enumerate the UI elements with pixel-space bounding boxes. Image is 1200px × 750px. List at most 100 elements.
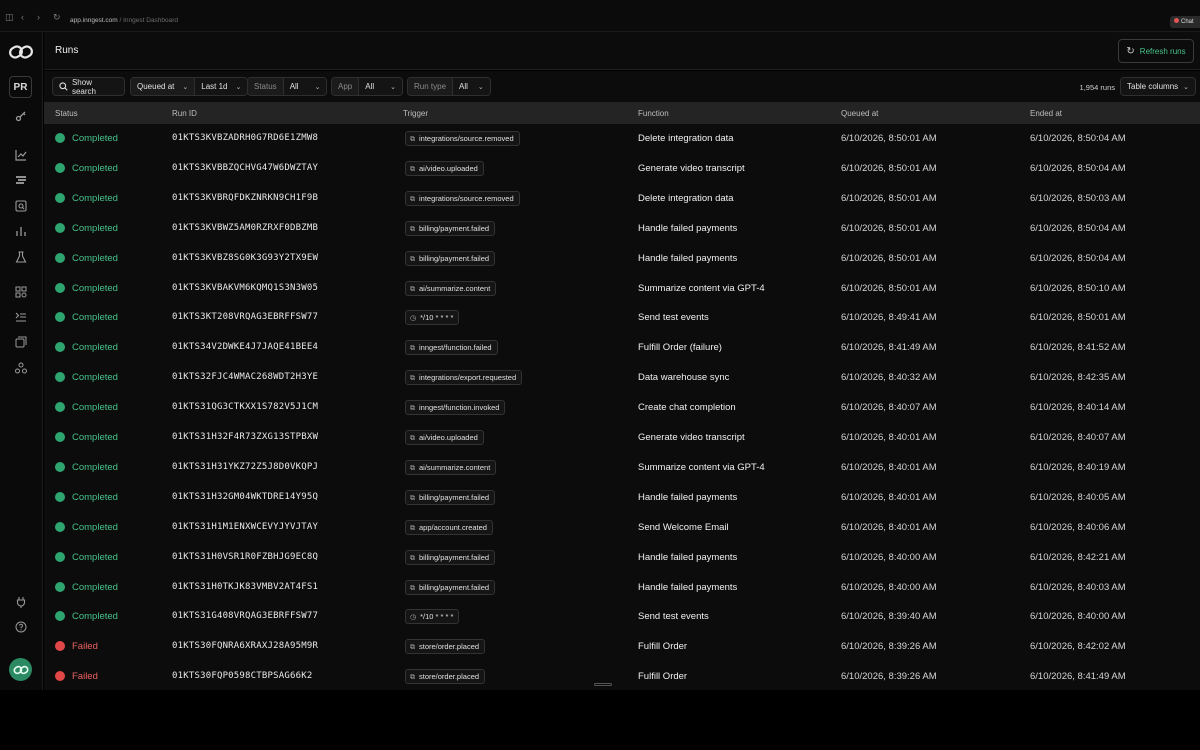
runs-icon[interactable] — [11, 170, 31, 190]
column-header-queued-at[interactable]: Queued at — [841, 109, 878, 118]
trigger-badge[interactable]: ⧉ integrations/export.requested — [405, 370, 523, 386]
function-name[interactable]: Send test events — [638, 312, 709, 323]
webhooks-icon[interactable] — [11, 358, 31, 378]
table-row[interactable]: Completed 01KTS32FJC4WMAC268WDT2H3YE ⧉ inte… — [44, 364, 1200, 394]
trigger-badge[interactable]: ◷ */10 * * * * — [405, 609, 460, 625]
help-icon[interactable] — [11, 617, 31, 637]
function-name[interactable]: Fulfill Order (failure) — [638, 342, 722, 353]
show-search-button[interactable]: Show search — [52, 77, 125, 96]
status-filter[interactable]: Status All ⌄ — [247, 77, 328, 96]
column-header-status[interactable]: Status — [55, 109, 78, 118]
key-icon[interactable] — [11, 106, 31, 126]
functions-icon[interactable] — [11, 307, 31, 327]
flask-icon[interactable] — [11, 247, 31, 267]
trigger-badge[interactable]: ⧉ app/account.created — [405, 519, 493, 535]
bar-chart-icon[interactable] — [11, 221, 31, 241]
run-id[interactable]: 01KTS3KVBWZ5AM0RZRXF0DBZMB — [172, 223, 318, 233]
table-row[interactable]: Completed 01KTS3KVBZADRH0G7RD6E1ZMW8 ⧉ inte… — [44, 125, 1200, 155]
table-row[interactable]: Completed 01KTS31H1M1ENXWCEVYJYVJTAY ⧉ app/… — [44, 514, 1200, 544]
function-name[interactable]: Handle failed payments — [638, 223, 737, 234]
address-bar[interactable]: app.inngest.com / Inngest Dashboard — [70, 17, 178, 24]
app-filter[interactable]: App All ⌄ — [331, 77, 403, 96]
column-header-trigger[interactable]: Trigger — [403, 109, 428, 118]
org-switcher[interactable]: PR — [9, 76, 32, 98]
function-name[interactable]: Delete integration data — [638, 133, 734, 144]
run-id[interactable]: 01KTS3KT208VRQAG3EBRFFSW77 — [172, 312, 318, 322]
plug-icon[interactable] — [11, 592, 31, 612]
run-id[interactable]: 01KTS3KVBRQFDKZNRKN9CH1F9B — [172, 193, 318, 203]
account-avatar[interactable] — [9, 658, 32, 681]
function-name[interactable]: Delete integration data — [638, 193, 734, 204]
trigger-badge[interactable]: ⧉ billing/payment.failed — [405, 549, 496, 565]
trigger-badge[interactable]: ⧉ inngest/function.invoked — [405, 400, 506, 416]
inngest-logo-icon[interactable] — [8, 44, 34, 60]
trigger-badge[interactable]: ⧉ inngest/function.failed — [405, 340, 498, 356]
run-id[interactable]: 01KTS30FQNRA6XRAXJ28A95M9R — [172, 641, 318, 651]
trigger-badge[interactable]: ⧉ billing/payment.failed — [405, 579, 496, 595]
column-header-ended-at[interactable]: Ended at — [1030, 109, 1062, 118]
table-row[interactable]: Completed 01KTS34V2DWKE4J7JAQE41BEE4 ⧉ inng… — [44, 334, 1200, 364]
run-id[interactable]: 01KTS31QG3CTKXX1S782V5J1CM — [172, 402, 318, 412]
table-row[interactable]: Completed 01KTS31H32GM04WKTDRE14Y95Q ⧉ bill… — [44, 484, 1200, 514]
table-row[interactable]: Completed 01KTS31H31YKZ72Z5J8D0VKQPJ ⧉ ai/s… — [44, 454, 1200, 484]
function-name[interactable]: Send test events — [638, 611, 709, 622]
trigger-badge[interactable]: ⧉ store/order.placed — [405, 639, 486, 655]
events-icon[interactable] — [11, 332, 31, 352]
trigger-badge[interactable]: ⧉ store/order.placed — [405, 669, 486, 685]
run-id[interactable]: 01KTS3KVBBZQCHVG47W6DWZTAY — [172, 163, 318, 173]
table-row[interactable]: Completed 01KTS3KVBWZ5AM0RZRXF0DBZMB ⧉ bill… — [44, 215, 1200, 245]
function-name[interactable]: Fulfill Order — [638, 671, 687, 682]
trigger-badge[interactable]: ⧉ billing/payment.failed — [405, 489, 496, 505]
time-field-select[interactable]: Queued at ⌄ — [131, 78, 196, 95]
time-range-select[interactable]: Last 1d ⌄ — [195, 78, 248, 95]
column-header-run-id[interactable]: Run ID — [172, 109, 197, 118]
trigger-badge[interactable]: ⧉ ai/video.uploaded — [405, 160, 484, 176]
function-name[interactable]: Generate video transcript — [638, 163, 745, 174]
table-row[interactable]: Completed 01KTS3KVBRQFDKZNRKN9CH1F9B ⧉ inte… — [44, 185, 1200, 215]
trigger-badge[interactable]: ⧉ ai/summarize.content — [405, 459, 497, 475]
function-name[interactable]: Fulfill Order — [638, 641, 687, 652]
function-name[interactable]: Handle failed payments — [638, 552, 737, 563]
trigger-badge[interactable]: ⧉ ai/video.uploaded — [405, 430, 484, 445]
trigger-badge[interactable]: ⧉ integrations/source.removed — [405, 190, 520, 206]
trigger-badge[interactable]: ⧉ billing/payment.failed — [405, 250, 496, 266]
table-row[interactable]: Completed 01KTS3KVBBZQCHVG47W6DWZTAY ⧉ ai/v… — [44, 155, 1200, 185]
function-name[interactable]: Handle failed payments — [638, 582, 737, 593]
back-icon[interactable]: ‹ — [21, 12, 24, 22]
table-columns-button[interactable]: Table columns ⌄ — [1120, 77, 1196, 96]
table-row[interactable]: Completed 01KTS31H0TKJK83VMBV2AT4FS1 ⧉ bill… — [44, 574, 1200, 604]
run-id[interactable]: 01KTS3KVBZ8SG0K3G93Y2TX9EW — [172, 253, 318, 263]
run-id[interactable]: 01KTS31H31YKZ72Z5J8D0VKQPJ — [172, 462, 318, 472]
table-row[interactable]: Completed 01KTS31G408VRQAG3EBRFFSW77 ◷ */10… — [44, 603, 1200, 633]
run-id[interactable]: 01KTS32FJC4WMAC268WDT2H3YE — [172, 372, 318, 382]
function-name[interactable]: Generate video transcript — [638, 432, 745, 443]
trigger-badge[interactable]: ⧉ integrations/source.removed — [405, 131, 520, 146]
table-row[interactable]: Completed 01KTS3KVBZ8SG0K3G93Y2TX9EW ⧉ bill… — [44, 245, 1200, 275]
function-name[interactable]: Handle failed payments — [638, 253, 737, 264]
run-id[interactable]: 01KTS31G408VRQAG3EBRFFSW77 — [172, 611, 318, 621]
trigger-badge[interactable]: ⧉ billing/payment.failed — [405, 220, 496, 236]
run-id[interactable]: 01KTS30FQP0598CTBPSAG66K2 — [172, 671, 312, 681]
function-name[interactable]: Handle failed payments — [638, 492, 737, 503]
insights-search-icon[interactable] — [11, 196, 31, 216]
table-row[interactable]: Completed 01KTS31QG3CTKXX1S782V5J1CM ⧉ inng… — [44, 394, 1200, 424]
sidebar-toggle-icon[interactable]: ◫ — [5, 12, 14, 23]
run-id[interactable]: 01KTS3KVBAKVM6KQMQ1S3N3W05 — [172, 283, 318, 293]
function-name[interactable]: Summarize content via GPT-4 — [638, 283, 765, 294]
table-row[interactable]: Completed 01KTS3KT208VRQAG3EBRFFSW77 ◷ */10… — [44, 304, 1200, 334]
refresh-runs-button[interactable]: ↻ Refresh runs — [1118, 39, 1194, 63]
table-row[interactable]: Failed 01KTS30FQP0598CTBPSAG66K2 ⧉ store/or… — [44, 663, 1200, 690]
function-name[interactable]: Send Welcome Email — [638, 522, 729, 533]
run-id[interactable]: 01KTS3KVBZADRH0G7RD6E1ZMW8 — [172, 133, 318, 143]
forward-icon[interactable]: › — [37, 12, 40, 22]
table-row[interactable]: Completed 01KTS31H32F4R73ZXG13STPBXW ⧉ ai/v… — [44, 424, 1200, 454]
column-header-function[interactable]: Function — [638, 109, 669, 118]
trigger-badge[interactable]: ⧉ ai/summarize.content — [405, 280, 497, 296]
run-id[interactable]: 01KTS31H1M1ENXWCEVYJYVJTAY — [172, 522, 318, 532]
function-name[interactable]: Summarize content via GPT-4 — [638, 462, 765, 473]
run-id[interactable]: 01KTS31H32F4R73ZXG13STPBXW — [172, 432, 318, 442]
table-row[interactable]: Completed 01KTS31H0VSR1R0FZBHJG9EC8Q ⧉ bill… — [44, 544, 1200, 574]
metrics-icon[interactable] — [11, 145, 31, 165]
run-id[interactable]: 01KTS31H32GM04WKTDRE14Y95Q — [172, 492, 318, 502]
function-name[interactable]: Create chat completion — [638, 402, 736, 413]
